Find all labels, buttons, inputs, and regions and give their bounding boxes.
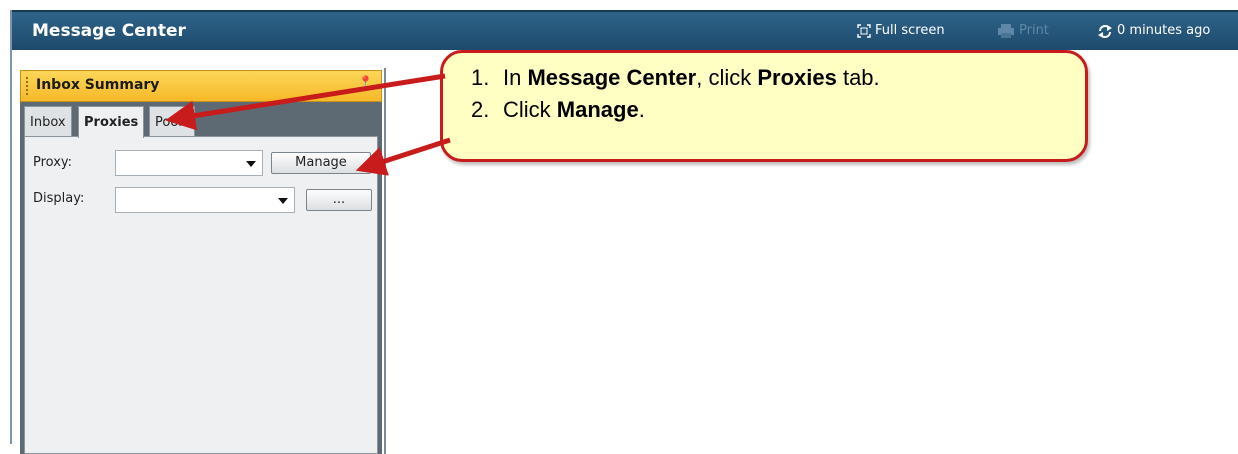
tab-proxies[interactable]: Proxies xyxy=(78,106,145,138)
step-bold-text: Proxies xyxy=(757,65,837,90)
refresh-button[interactable]: 0 minutes ago xyxy=(1097,23,1210,38)
inbox-summary-tabs: Inbox Proxies Pools xyxy=(24,106,378,138)
pin-icon[interactable]: 📍 xyxy=(358,75,373,89)
chevron-down-icon xyxy=(246,161,256,167)
panel-splitter[interactable] xyxy=(384,68,386,454)
refresh-icon xyxy=(1098,24,1112,38)
proxies-tab-content: Proxy: Manage Display: ... xyxy=(24,136,378,454)
display-options-button[interactable]: ... xyxy=(306,189,372,211)
tab-pools-label: Pools xyxy=(155,115,189,130)
panel-title: Inbox Summary xyxy=(36,77,160,93)
full-screen-label: Full screen xyxy=(875,23,945,38)
print-label: Print xyxy=(1019,23,1049,38)
step-number: 2. xyxy=(471,97,490,122)
step-text: tab. xyxy=(836,65,880,90)
instruction-step: 1. In Message Center, click Proxies tab. xyxy=(471,65,880,91)
proxy-label: Proxy: xyxy=(33,155,73,170)
message-center-header: Message Center Full screen Print 0 minut… xyxy=(12,10,1238,50)
page-title: Message Center xyxy=(32,21,186,41)
tab-proxies-label: Proxies xyxy=(84,115,139,130)
inbox-summary-header: Inbox Summary 📍 xyxy=(20,70,382,102)
step-bold-text: Manage xyxy=(556,97,639,122)
printer-icon xyxy=(998,23,1014,38)
chevron-down-icon xyxy=(278,198,288,204)
tab-inbox[interactable]: Inbox xyxy=(24,106,72,136)
inbox-summary-panel: Inbox Summary 📍 Inbox Proxies Pools Prox… xyxy=(20,70,382,454)
display-label: Display: xyxy=(33,191,85,206)
print-button[interactable]: Print xyxy=(997,23,1049,38)
refresh-timestamp: 0 minutes ago xyxy=(1117,23,1211,38)
tab-inbox-label: Inbox xyxy=(30,115,66,130)
step-text: Click xyxy=(503,97,557,122)
full-screen-icon xyxy=(857,23,871,38)
manage-button[interactable]: Manage xyxy=(271,152,371,174)
step-text: , click xyxy=(696,65,758,90)
step-number: 1. xyxy=(471,65,490,90)
tab-pools[interactable]: Pools xyxy=(149,106,195,136)
instruction-callout: 1. In Message Center, click Proxies tab. … xyxy=(440,50,1088,162)
display-select[interactable] xyxy=(115,187,295,213)
step-text: . xyxy=(638,97,645,122)
instruction-step: 2. Click Manage. xyxy=(471,97,880,123)
step-bold-text: Message Center xyxy=(527,65,697,90)
full-screen-button[interactable]: Full screen xyxy=(857,23,945,38)
instruction-steps: 1. In Message Center, click Proxies tab. … xyxy=(471,65,880,129)
drag-grip-icon[interactable] xyxy=(26,77,30,95)
step-text: In xyxy=(503,65,528,90)
proxy-select[interactable] xyxy=(115,150,263,176)
